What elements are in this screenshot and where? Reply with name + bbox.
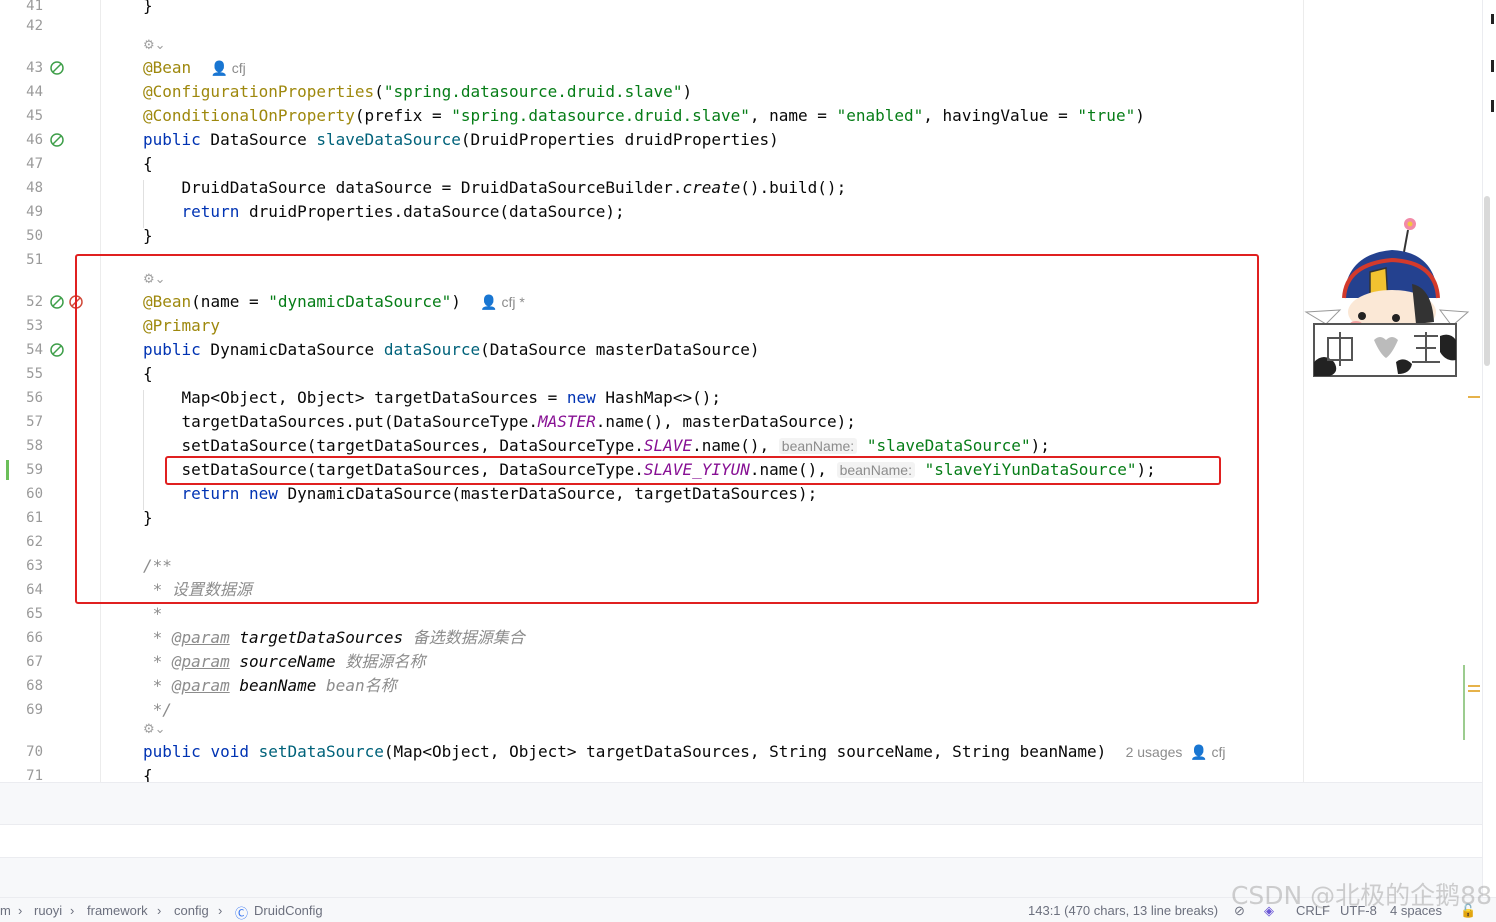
tool-panel-body	[0, 824, 1482, 858]
highlight-box-outer	[75, 254, 1259, 604]
warning-stripe	[1468, 396, 1480, 398]
code-line[interactable]: * @param beanName bean名称	[143, 674, 397, 698]
gear-icon[interactable]: ⚙⌄	[143, 722, 166, 737]
breadcrumb-item[interactable]: ruoyi	[34, 903, 62, 918]
chevron-right-icon: ›	[70, 903, 75, 918]
line-number: 58	[26, 438, 43, 454]
line-number: 47	[26, 156, 43, 172]
code-line[interactable]: * @param sourceName 数据源名称	[143, 650, 426, 674]
code-line[interactable]: {	[143, 764, 153, 782]
code-line[interactable]: *	[143, 602, 163, 626]
code-line[interactable]: @ConditionalOnProperty(prefix = "spring.…	[143, 104, 1145, 128]
scroll-marker	[1491, 14, 1494, 24]
line-number: 50	[26, 228, 43, 244]
line-number: 43	[26, 60, 43, 76]
line-number: 70	[26, 744, 43, 760]
class-icon: Ⓒ	[235, 906, 249, 921]
breadcrumb-item[interactable]: m	[0, 903, 11, 918]
scroll-marker	[1491, 60, 1494, 72]
line-number: 56	[26, 390, 43, 406]
line-number: 49	[26, 204, 43, 220]
breadcrumb-item[interactable]: DruidConfig	[254, 903, 323, 918]
line-number: 63	[26, 558, 43, 574]
line-number: 68	[26, 678, 43, 694]
code-line[interactable]: @ConfigurationProperties("spring.datasou…	[143, 80, 692, 104]
scrollbar-thumb[interactable]	[1484, 196, 1490, 366]
change-marker	[6, 460, 9, 480]
code-editor[interactable]: 41} 42 43 @Bean 👤 cfj 44 @ConfigurationProper…	[0, 0, 1482, 782]
mascot-sticker	[1304, 218, 1470, 377]
breadcrumb-item[interactable]: framework	[87, 903, 148, 918]
code-line[interactable]: return druidProperties.dataSource(dataSo…	[143, 200, 625, 224]
spring-bean-icon[interactable]	[50, 343, 64, 357]
warning-stripe	[1468, 685, 1480, 687]
indent-guide	[143, 180, 144, 228]
chevron-right-icon: ›	[218, 903, 223, 918]
line-number: 66	[26, 630, 43, 646]
code-line[interactable]: public DataSource slaveDataSource(DruidP…	[143, 128, 779, 152]
chevron-right-icon: ›	[157, 903, 162, 918]
breadcrumb-item[interactable]: config	[174, 903, 209, 918]
line-number: 64	[26, 582, 43, 598]
line-number: 65	[26, 606, 43, 622]
code-line[interactable]: }	[143, 224, 153, 248]
line-number: 62	[26, 534, 43, 550]
code-line[interactable]: * @param targetDataSources 备选数据源集合	[143, 626, 525, 650]
warning-stripe	[1468, 690, 1480, 692]
line-number: 44	[26, 84, 43, 100]
vertical-scrollbar[interactable]	[1482, 0, 1496, 921]
line-number: 57	[26, 414, 43, 430]
line-number: 51	[26, 252, 43, 268]
caret-position[interactable]: 143:1 (470 chars, 13 line breaks)	[1028, 903, 1218, 918]
chevron-right-icon: ›	[18, 903, 23, 918]
watermark: CSDN @北极的企鹅88	[1230, 881, 1492, 910]
line-number: 61	[26, 510, 43, 526]
line-number: 55	[26, 366, 43, 382]
scroll-marker	[1491, 100, 1494, 112]
tool-panel-header	[0, 782, 1482, 825]
line-number: 60	[26, 486, 43, 502]
line-number: 53	[26, 318, 43, 334]
code-line[interactable]: DruidDataSource dataSource = DruidDataSo…	[143, 176, 847, 200]
line-number: 54	[26, 342, 43, 358]
line-number: 46	[26, 132, 43, 148]
code-line[interactable]: @Bean 👤 cfj	[143, 56, 246, 80]
spring-bean-icon[interactable]	[50, 133, 64, 147]
line-number: 69	[26, 702, 43, 718]
code-line[interactable]: public void setDataSource(Map<Object, Ob…	[143, 740, 1226, 764]
line-number: 48	[26, 180, 43, 196]
line-number: 52	[26, 294, 43, 310]
spring-bean-icon[interactable]	[50, 295, 64, 309]
highlight-box-inner	[165, 456, 1221, 485]
line-number: 45	[26, 108, 43, 124]
line-number: 67	[26, 654, 43, 670]
code-line[interactable]: {	[143, 152, 153, 176]
code-line[interactable]: }	[143, 0, 153, 18]
line-number: 42	[26, 18, 43, 34]
line-number: 71	[26, 768, 43, 782]
scrollbar-border	[1482, 0, 1483, 921]
gear-icon[interactable]: ⚙⌄	[143, 38, 166, 53]
right-margin-guide	[1303, 0, 1304, 782]
spring-bean-icon[interactable]	[50, 61, 64, 75]
change-stripe	[1463, 665, 1465, 740]
code-line[interactable]: */	[143, 698, 172, 722]
